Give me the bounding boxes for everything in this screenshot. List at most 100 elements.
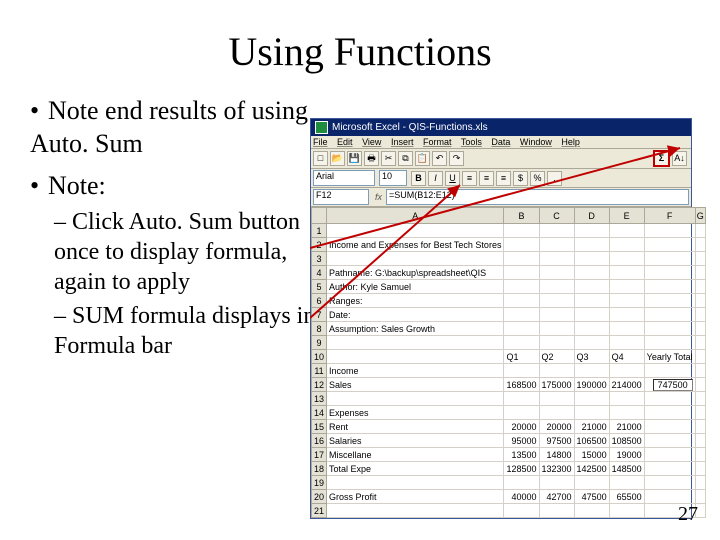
cell[interactable]: Gross Profit [327, 490, 504, 504]
menu-view[interactable]: View [362, 137, 381, 147]
cell[interactable] [574, 336, 609, 350]
formula-bar[interactable]: F12 fx =SUM(B12:E12) [311, 188, 691, 207]
cell[interactable] [539, 322, 574, 336]
cell[interactable] [574, 504, 609, 518]
cell[interactable] [695, 406, 705, 420]
cell[interactable] [695, 420, 705, 434]
row-head[interactable]: 2 [312, 238, 327, 252]
comma-button[interactable]: , [547, 171, 562, 186]
cell[interactable]: Author: Kyle Samuel [327, 280, 504, 294]
cell[interactable] [695, 378, 705, 392]
menu-help[interactable]: Help [561, 137, 580, 147]
cell[interactable]: 65500 [609, 490, 644, 504]
cell[interactable] [695, 350, 705, 364]
cell[interactable] [327, 252, 504, 266]
cell[interactable] [574, 322, 609, 336]
font-size-box[interactable]: 10 [379, 170, 407, 186]
cell[interactable]: 132300 [539, 462, 574, 476]
cell[interactable]: Expenses [327, 406, 504, 420]
align-left-icon[interactable]: ≡ [462, 171, 477, 186]
cell[interactable]: Pathname: G:\backup\spreadsheet\QIS [327, 266, 504, 280]
col-head-C[interactable]: C [539, 208, 574, 224]
cell[interactable] [327, 476, 504, 490]
cell[interactable] [695, 448, 705, 462]
cell[interactable] [504, 504, 539, 518]
cell[interactable] [695, 476, 705, 490]
cell[interactable] [609, 308, 644, 322]
menu-edit[interactable]: Edit [337, 137, 353, 147]
row-head[interactable]: 9 [312, 336, 327, 350]
cell[interactable] [644, 476, 695, 490]
cell[interactable] [539, 406, 574, 420]
cell[interactable]: 168500 [504, 378, 539, 392]
cell[interactable]: Rent [327, 420, 504, 434]
cell[interactable] [609, 322, 644, 336]
new-icon[interactable]: □ [313, 151, 328, 166]
cell[interactable] [539, 364, 574, 378]
cell[interactable] [574, 266, 609, 280]
cell[interactable]: Total Expe [327, 462, 504, 476]
cell[interactable] [327, 504, 504, 518]
cell[interactable] [539, 280, 574, 294]
cell[interactable] [539, 392, 574, 406]
row-head[interactable]: 12 [312, 378, 327, 392]
menu-insert[interactable]: Insert [391, 137, 414, 147]
menu-data[interactable]: Data [491, 137, 510, 147]
cell[interactable] [327, 350, 504, 364]
autosum-button[interactable]: Σ [653, 150, 670, 167]
underline-button[interactable]: U [445, 171, 460, 186]
cell[interactable] [539, 238, 574, 252]
cell[interactable] [539, 266, 574, 280]
cell[interactable] [644, 294, 695, 308]
cell[interactable] [504, 392, 539, 406]
row-head[interactable]: 6 [312, 294, 327, 308]
cell[interactable]: 15000 [574, 448, 609, 462]
cell[interactable] [539, 308, 574, 322]
cell[interactable]: Ranges: [327, 294, 504, 308]
cell[interactable]: Q2 [539, 350, 574, 364]
cell[interactable]: 47500 [574, 490, 609, 504]
currency-button[interactable]: $ [513, 171, 528, 186]
cell[interactable]: Date: [327, 308, 504, 322]
cell[interactable] [609, 252, 644, 266]
cell[interactable]: Income and Expenses for Best Tech Stores [327, 238, 504, 252]
formula-content[interactable]: =SUM(B12:E12) [386, 189, 689, 205]
bold-button[interactable]: B [411, 171, 426, 186]
cell[interactable] [644, 238, 695, 252]
cell[interactable] [504, 364, 539, 378]
cell[interactable] [504, 406, 539, 420]
row-head[interactable]: 3 [312, 252, 327, 266]
cell[interactable] [609, 280, 644, 294]
cell[interactable] [644, 336, 695, 350]
cell[interactable] [644, 448, 695, 462]
row-head[interactable]: 11 [312, 364, 327, 378]
cell[interactable] [574, 280, 609, 294]
cell[interactable] [504, 266, 539, 280]
cell[interactable] [574, 224, 609, 238]
row-head[interactable]: 19 [312, 476, 327, 490]
cell[interactable] [609, 294, 644, 308]
row-head[interactable]: 18 [312, 462, 327, 476]
cell[interactable] [695, 364, 705, 378]
redo-icon[interactable]: ↷ [449, 151, 464, 166]
cell[interactable] [327, 336, 504, 350]
worksheet-grid[interactable]: ABCDEFG 12Income and Expenses for Best T… [311, 207, 706, 518]
row-head[interactable]: 16 [312, 434, 327, 448]
cell[interactable] [539, 476, 574, 490]
cell[interactable]: Q4 [609, 350, 644, 364]
cell[interactable] [644, 252, 695, 266]
cell[interactable] [695, 238, 705, 252]
cell[interactable] [504, 224, 539, 238]
cell[interactable] [695, 462, 705, 476]
cell[interactable] [644, 462, 695, 476]
cell[interactable] [574, 238, 609, 252]
menu-tools[interactable]: Tools [461, 137, 482, 147]
print-icon[interactable]: 🖶 [364, 151, 379, 166]
menu-window[interactable]: Window [520, 137, 552, 147]
row-head[interactable]: 1 [312, 224, 327, 238]
cell[interactable] [695, 224, 705, 238]
cell[interactable] [504, 294, 539, 308]
cell[interactable] [539, 336, 574, 350]
percent-button[interactable]: % [530, 171, 545, 186]
cell[interactable] [539, 252, 574, 266]
